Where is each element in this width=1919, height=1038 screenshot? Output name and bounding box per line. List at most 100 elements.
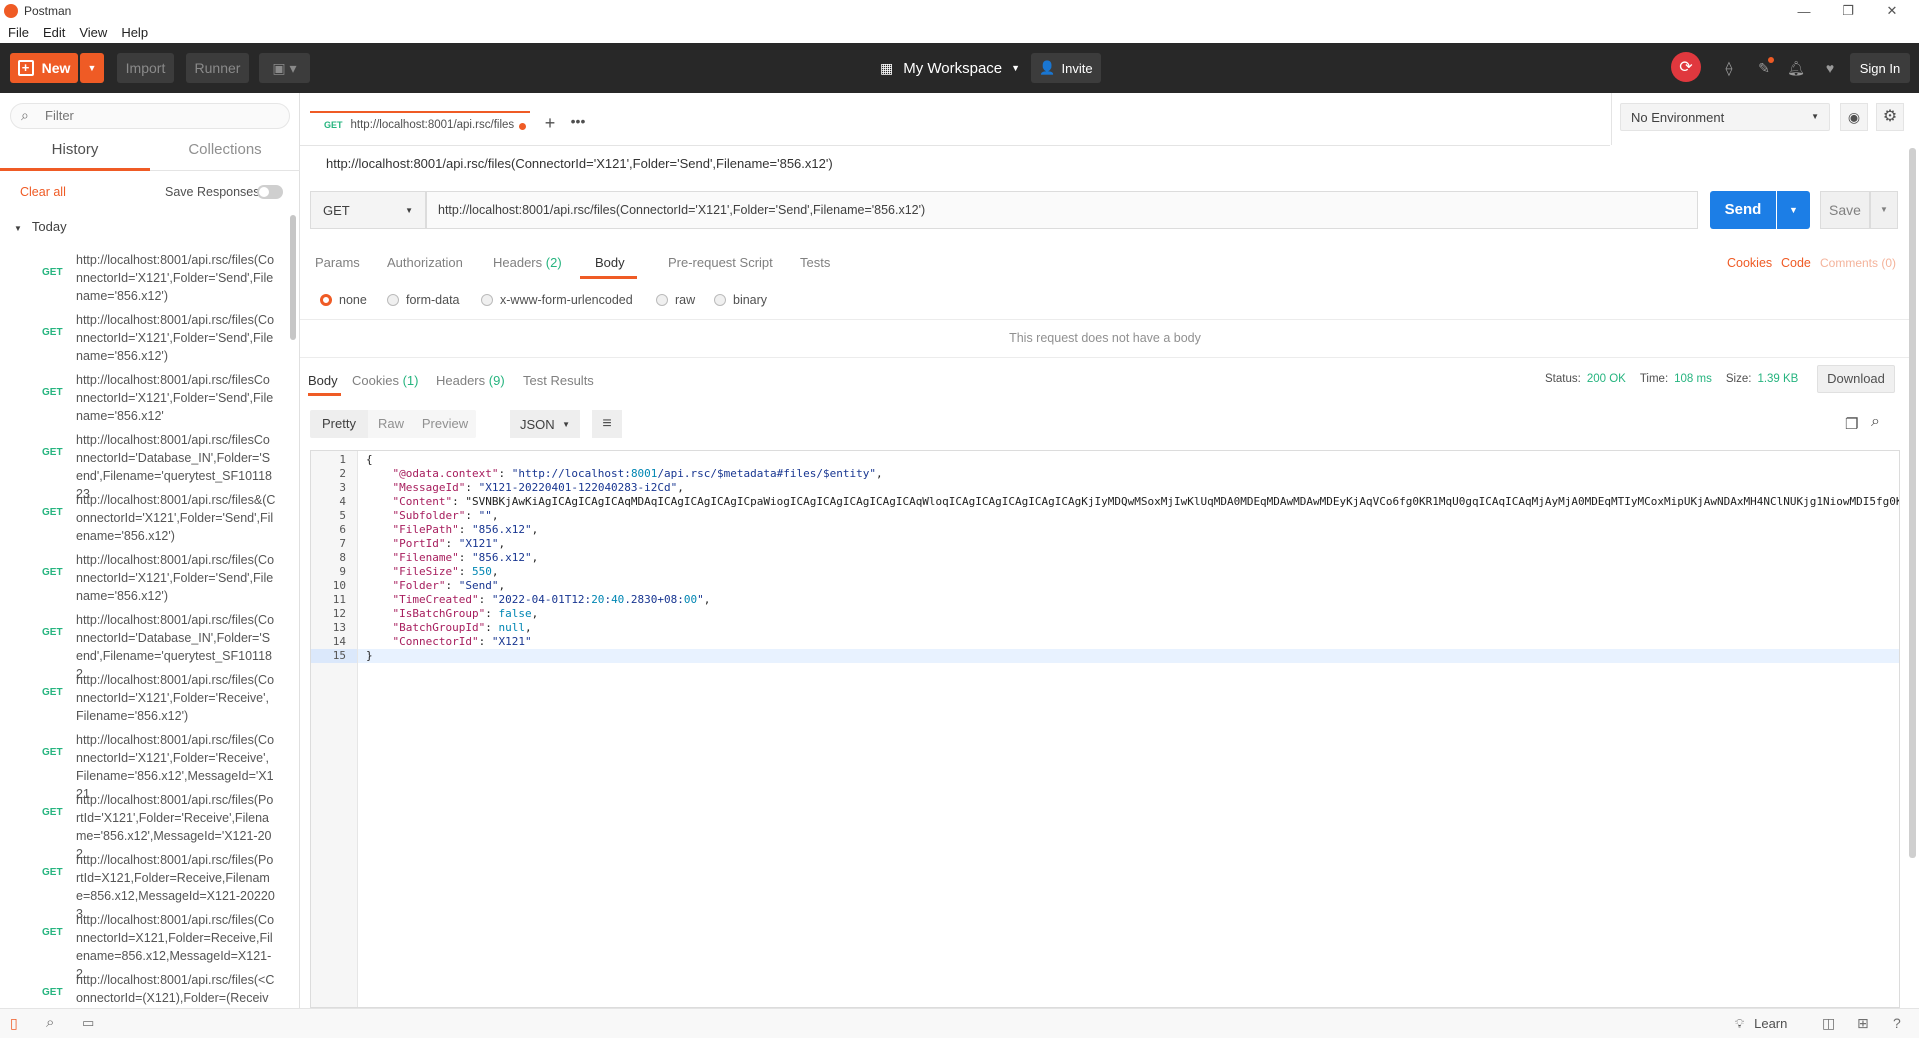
close-icon[interactable]: ✕ <box>1870 0 1914 22</box>
body-type-urlencoded[interactable]: x-www-form-urlencoded <box>481 293 633 307</box>
bell-icon[interactable]: 🔔︎ <box>1784 53 1808 83</box>
request-tab[interactable]: GET http://localhost:8001/api.rsc/files <box>310 111 530 137</box>
more-tabs-icon[interactable]: ••• <box>566 113 590 137</box>
response-tab-headers[interactable]: Headers (9) <box>436 373 505 388</box>
heart-icon[interactable]: ♥ <box>1818 53 1842 83</box>
menu-edit[interactable]: Edit <box>35 25 71 40</box>
history-method: GET <box>42 567 63 578</box>
response-tab-cookies[interactable]: Cookies (1) <box>352 373 418 388</box>
tab-pre-request-script[interactable]: Pre-request Script <box>668 255 773 270</box>
list-item[interactable]: GET http://localhost:8001/api.rsc/files(C… <box>0 245 290 305</box>
history-method: GET <box>42 987 63 998</box>
list-item[interactable]: GET http://localhost:8001/api.rsc/files&(… <box>0 485 290 545</box>
view-preview-button[interactable]: Preview <box>414 410 476 438</box>
new-button[interactable]: + New <box>10 53 78 83</box>
body-type-none[interactable]: none <box>320 293 367 307</box>
two-pane-view-icon[interactable]: ◫ <box>1822 1015 1835 1032</box>
manage-environments-button[interactable]: ⚙ <box>1876 103 1904 131</box>
restore-icon[interactable]: ❐ <box>1826 0 1870 22</box>
search-icon[interactable]: ⌕ <box>1871 413 1880 431</box>
sidebar-scrollbar[interactable] <box>290 215 296 340</box>
new-window-button[interactable]: ▣ ▾ <box>259 53 310 83</box>
clear-all-link[interactable]: Clear all <box>20 185 66 199</box>
list-item[interactable]: GET http://localhost:8001/api.rsc/files(C… <box>0 305 290 365</box>
filter-field[interactable]: ⌕ <box>10 103 290 129</box>
save-dropdown-button[interactable]: ▼ <box>1870 191 1898 229</box>
workspace-switcher[interactable]: ▦ My Workspace ▼ <box>880 53 1020 83</box>
wrap-lines-button[interactable]: ≡ <box>592 410 622 438</box>
view-raw-button[interactable]: Raw <box>368 410 414 438</box>
list-item[interactable]: GET http://localhost:8001/api.rsc/filesCo… <box>0 425 290 501</box>
view-pretty-button[interactable]: Pretty <box>310 410 368 438</box>
tab-headers[interactable]: Headers (2) <box>493 255 562 270</box>
body-type-form-data[interactable]: form-data <box>387 293 460 307</box>
toggle-sidebar-icon[interactable]: ▯ <box>10 1015 18 1032</box>
code-line: "Content": "SVNBKjAwKiAgICAgICAgICAqMDAq… <box>392 495 1900 508</box>
list-item[interactable]: GET http://localhost:8001/api.rsc/files(P… <box>0 785 290 861</box>
bootcamp-icon[interactable]: ⊞ <box>1857 1015 1869 1032</box>
settings-wrench-icon[interactable]: ✎ <box>1752 53 1776 83</box>
list-item[interactable]: GET http://localhost:8001/api.rsc/files(C… <box>0 665 290 725</box>
tab-collections[interactable]: Collections <box>150 141 300 171</box>
body-type-raw[interactable]: raw <box>656 293 695 307</box>
tab-history[interactable]: History <box>0 141 150 171</box>
console-icon[interactable]: ▭ <box>82 1015 94 1031</box>
list-item[interactable]: GET http://localhost:8001/api.rsc/files(C… <box>0 545 290 605</box>
find-icon[interactable]: ⌕ <box>46 1014 54 1031</box>
response-tab-body[interactable]: Body <box>308 373 338 388</box>
comments-link[interactable]: Comments (0) <box>1820 256 1896 270</box>
sync-icon[interactable]: ⟳ <box>1671 52 1701 82</box>
help-icon[interactable]: ? <box>1893 1015 1901 1031</box>
tab-authorization[interactable]: Authorization <box>387 255 463 270</box>
history-url: http://localhost:8001/api.rsc/filesConne… <box>76 373 274 423</box>
list-item[interactable]: GET http://localhost:8001/api.rsc/files(P… <box>0 845 290 921</box>
filter-input[interactable] <box>45 108 275 123</box>
line-number: 12 <box>332 607 346 620</box>
cookies-link[interactable]: Cookies <box>1727 256 1772 270</box>
line-number: 6 <box>339 523 346 536</box>
code-link[interactable]: Code <box>1781 256 1811 270</box>
list-item[interactable]: GET http://localhost:8001/api.rsc/files(C… <box>0 905 290 981</box>
response-active-tab-indicator <box>308 393 341 396</box>
tab-body[interactable]: Body <box>595 255 625 270</box>
import-button[interactable]: Import <box>117 53 174 83</box>
environment-select[interactable]: No Environment ▼ <box>1620 103 1830 131</box>
menu-view[interactable]: View <box>71 25 113 40</box>
new-tab-button[interactable]: + <box>538 113 562 137</box>
response-tab-test-results[interactable]: Test Results <box>523 373 594 388</box>
url-input[interactable]: http://localhost:8001/api.rsc/files(Conn… <box>426 191 1698 229</box>
code-line: "PortId": "X121", <box>392 537 506 550</box>
save-button[interactable]: Save <box>1820 191 1870 229</box>
new-dropdown-button[interactable]: ▼ <box>80 53 104 83</box>
tab-label: http://localhost:8001/api.rsc/files <box>350 119 515 131</box>
environment-quick-look-button[interactable]: ◉ <box>1840 103 1868 131</box>
sign-in-button[interactable]: Sign In <box>1850 53 1910 83</box>
list-item[interactable]: GET http://localhost:8001/api.rsc/filesCo… <box>0 365 290 425</box>
active-line-highlight <box>358 649 1899 663</box>
runner-button[interactable]: Runner <box>186 53 249 83</box>
history-group-today[interactable]: ▼ Today <box>14 219 67 234</box>
body-type-binary[interactable]: binary <box>714 293 767 307</box>
copy-icon[interactable]: ❐ <box>1845 415 1858 433</box>
format-select[interactable]: JSON ▼ <box>510 410 580 438</box>
list-item[interactable]: GET http://localhost:8001/api.rsc/files(C… <box>0 725 290 801</box>
menu-file[interactable]: File <box>0 25 35 40</box>
response-body-editor[interactable]: 1 2 3 4 5 6 7 8 9 10 11 12 13 14 15 { "@odata.context"… <box>310 450 1900 1008</box>
method-select[interactable]: GET ▼ <box>310 191 426 229</box>
tab-tests[interactable]: Tests <box>800 255 830 270</box>
main-scrollbar[interactable] <box>1909 148 1916 858</box>
download-button[interactable]: Download <box>1817 365 1895 393</box>
learn-link[interactable]: 💡︎ Learn <box>1735 1016 1787 1032</box>
tab-params[interactable]: Params <box>315 255 360 270</box>
satellite-icon[interactable]: ⟠ <box>1717 53 1741 83</box>
invite-button[interactable]: 👤 Invite <box>1031 53 1101 83</box>
send-dropdown-button[interactable]: ▼ <box>1777 191 1810 229</box>
response-meta: Status: 200 OK Time: 108 ms Size: 1.39 KB <box>1545 373 1799 385</box>
menu-help[interactable]: Help <box>113 25 154 40</box>
list-item[interactable]: GET http://localhost:8001/api.rsc/files(C… <box>0 605 290 681</box>
line-number: 2 <box>339 467 346 480</box>
minimize-icon[interactable]: — <box>1782 0 1826 22</box>
send-button[interactable]: Send <box>1710 191 1776 229</box>
save-responses-toggle[interactable] <box>257 185 283 199</box>
time-value: 108 ms <box>1674 373 1712 385</box>
